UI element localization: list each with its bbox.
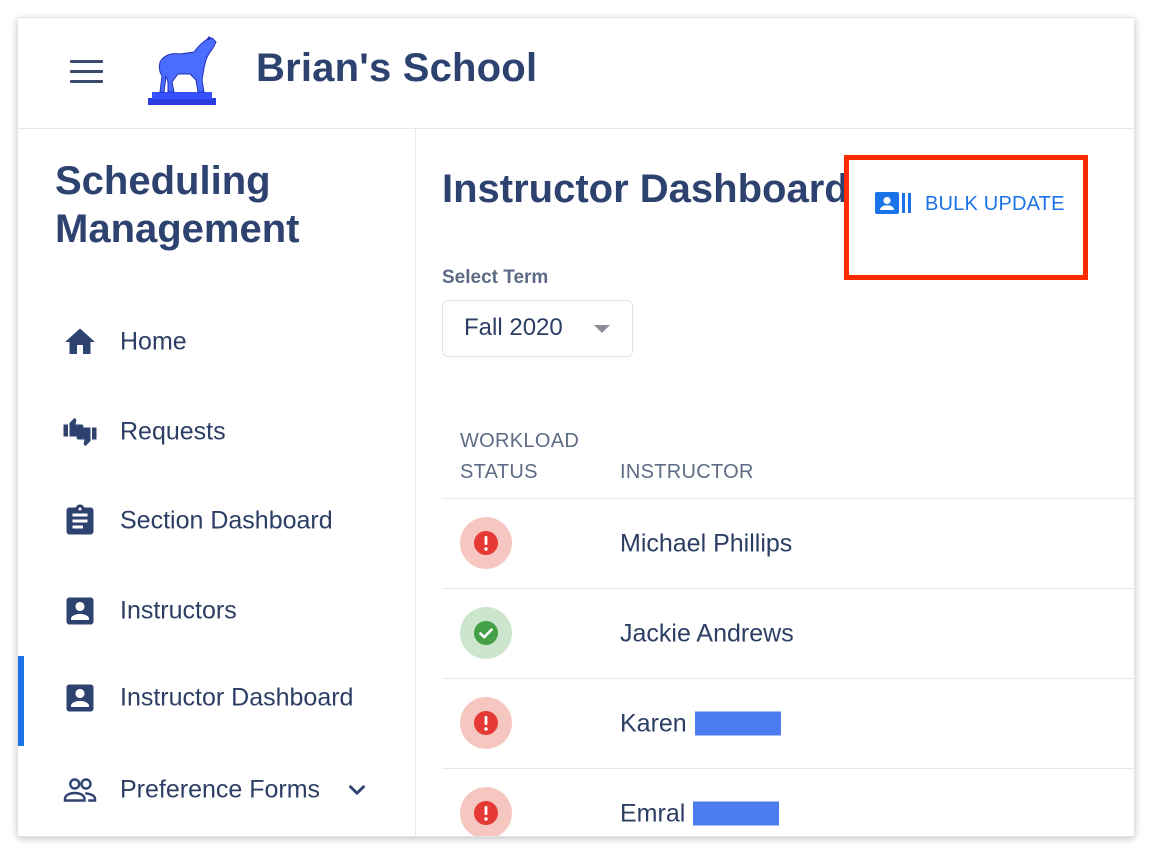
main-content: Instructor Dashboard BULK UPDATE Select … bbox=[416, 129, 1134, 836]
column-header-workload-status: WORKLOAD STATUS bbox=[460, 430, 580, 483]
sidebar-item-section-dashboard[interactable]: Section Dashboard bbox=[18, 479, 415, 563]
instructor-name: Emral bbox=[620, 799, 780, 828]
sidebar-title: Scheduling Management bbox=[55, 157, 300, 253]
sidebar-item-label: Instructor Dashboard bbox=[120, 683, 354, 712]
app-window: Brian's School Scheduling Management Hom… bbox=[18, 18, 1134, 836]
clipboard-icon bbox=[66, 504, 94, 535]
contact-card-icon bbox=[875, 192, 911, 214]
sidebar-item-instructors[interactable]: Instructors bbox=[18, 569, 415, 653]
greyhound-statue-logo bbox=[148, 36, 217, 105]
sidebar-item-requests[interactable]: Requests bbox=[18, 390, 415, 474]
sidebar-item-label: Home bbox=[120, 327, 187, 356]
instructor-name: Michael Phillips bbox=[620, 529, 793, 557]
bulk-update-label: BULK UPDATE bbox=[925, 192, 1065, 215]
instructor-name: Jackie Andrews bbox=[620, 619, 794, 647]
sidebar-item-label: Preference Forms bbox=[120, 775, 321, 804]
sidebar-item-instructor-dashboard[interactable]: Instructor Dashboard bbox=[18, 656, 415, 746]
sidebar-item-label: Section Dashboard bbox=[120, 506, 333, 535]
sidebar-title-line1: Scheduling bbox=[55, 159, 271, 203]
sidebar-item-label: Instructors bbox=[120, 596, 237, 625]
people-outline-icon bbox=[63, 778, 97, 802]
term-select-label: Select Term bbox=[442, 267, 549, 288]
top-app-bar: Brian's School bbox=[18, 18, 1134, 129]
app-title: Brian's School bbox=[256, 46, 538, 90]
error-icon bbox=[474, 801, 498, 825]
status-warning-badge bbox=[460, 697, 512, 749]
table-row[interactable]: Jackie Andrews bbox=[442, 588, 1134, 678]
sidebar: Scheduling Management Home Requests Sect… bbox=[18, 129, 416, 836]
person-box-icon bbox=[66, 597, 94, 625]
thumbs-up-down-icon bbox=[63, 417, 97, 447]
status-warning-badge bbox=[460, 787, 512, 836]
error-icon bbox=[474, 531, 498, 555]
sidebar-item-preference-forms[interactable]: Preference Forms bbox=[18, 748, 415, 832]
table-row[interactable]: Karen bbox=[442, 678, 1134, 768]
bulk-update-button[interactable]: BULK UPDATE bbox=[874, 186, 1074, 222]
redacted-surname bbox=[693, 801, 780, 826]
sidebar-item-home[interactable]: Home bbox=[18, 300, 415, 384]
status-ok-badge bbox=[460, 607, 512, 659]
menu-icon[interactable] bbox=[70, 60, 103, 84]
sidebar-title-line2: Management bbox=[55, 207, 300, 251]
table-row[interactable]: Michael Phillips bbox=[442, 498, 1134, 588]
redacted-surname bbox=[694, 711, 781, 736]
column-header-instructor: INSTRUCTOR bbox=[620, 461, 754, 483]
check-circle-icon bbox=[474, 621, 498, 645]
sidebar-item-label: Requests bbox=[120, 417, 226, 446]
term-selected-value: Fall 2020 bbox=[464, 314, 563, 341]
instructor-name: Karen bbox=[620, 709, 781, 738]
term-select[interactable]: Fall 2020 bbox=[442, 300, 633, 357]
chevron-down-icon[interactable] bbox=[344, 777, 370, 803]
table-row[interactable]: Emral bbox=[442, 768, 1134, 836]
status-warning-badge bbox=[460, 517, 512, 569]
page-title: Instructor Dashboard bbox=[442, 167, 849, 211]
person-box-icon bbox=[66, 684, 94, 712]
error-icon bbox=[474, 711, 498, 735]
caret-down-icon bbox=[594, 325, 610, 333]
home-icon bbox=[65, 328, 95, 354]
